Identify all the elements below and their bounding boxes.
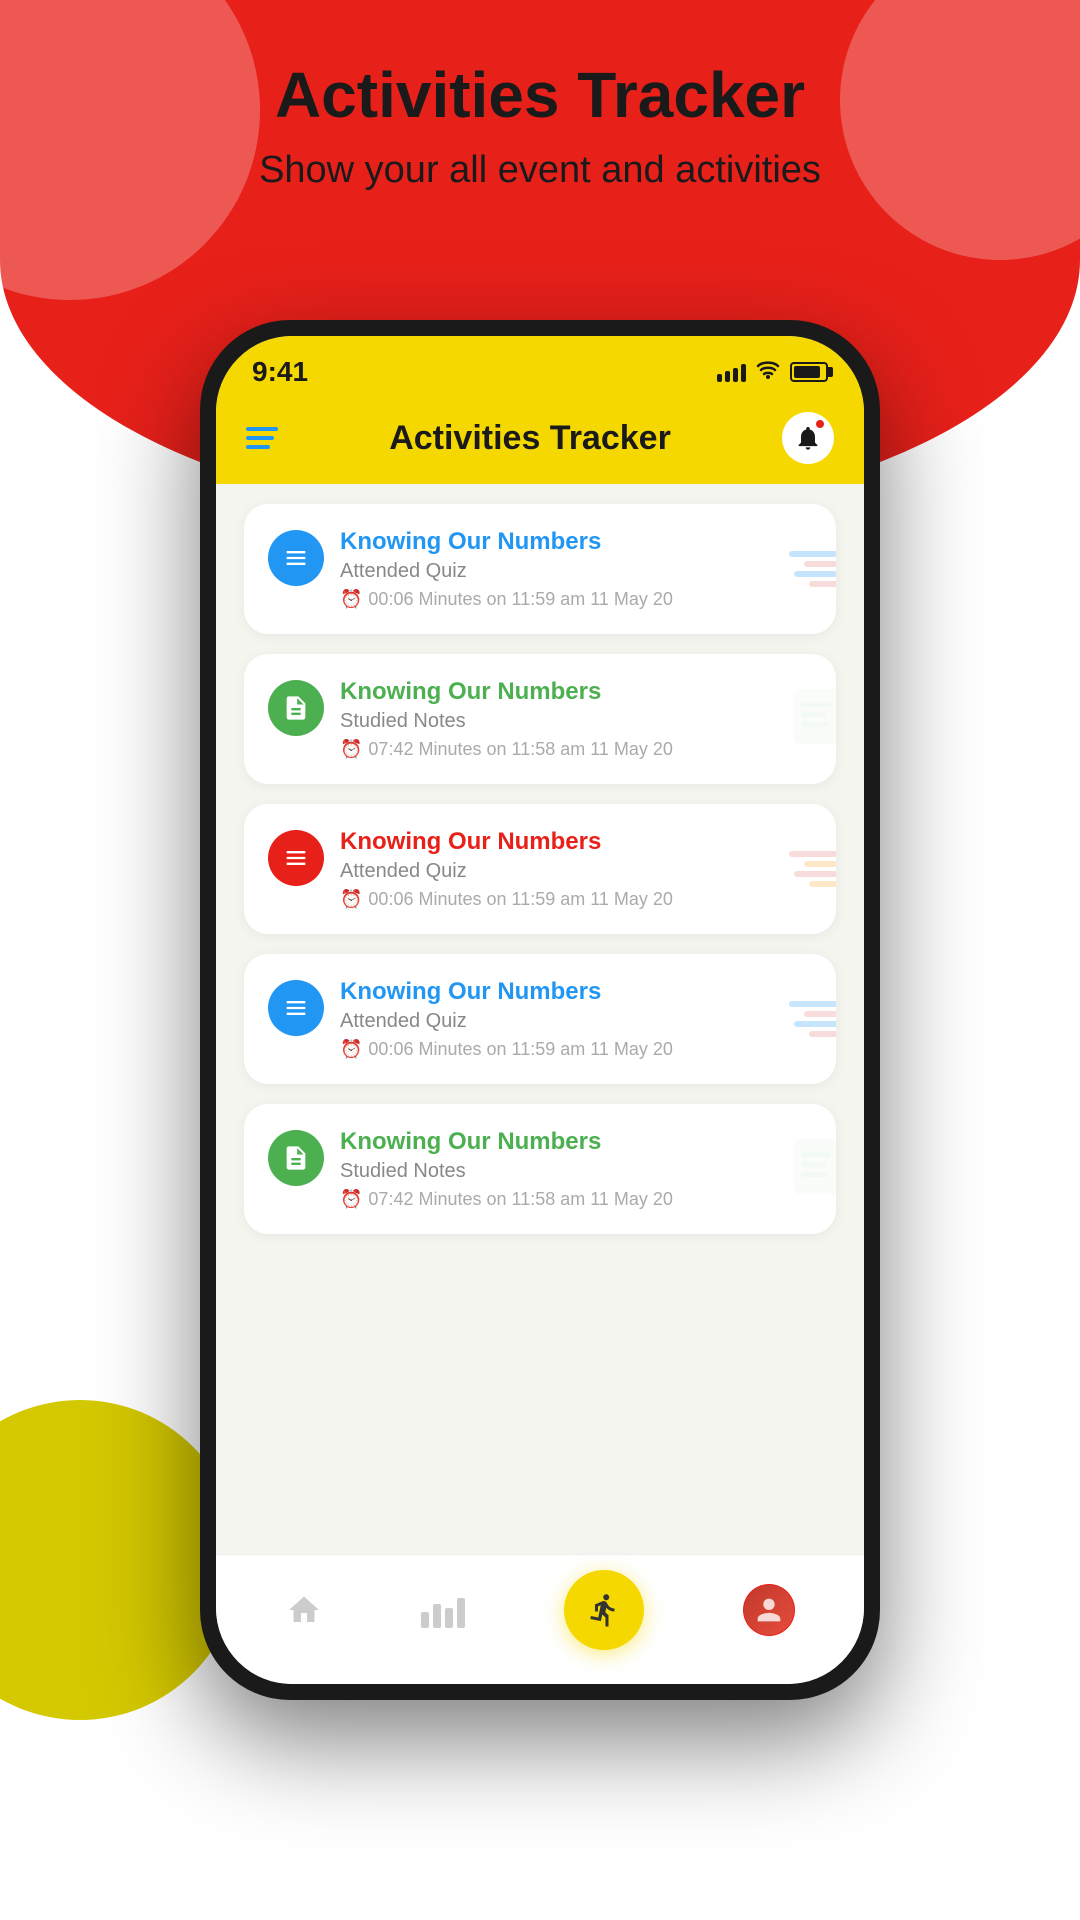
header-section: Activities Tracker Show your all event a… xyxy=(0,60,1080,196)
card-subtitle-5: Studied Notes xyxy=(340,1160,812,1183)
thumb-quiz-icon-3 xyxy=(789,851,836,887)
nav-activity-button[interactable] xyxy=(564,1570,644,1650)
card-time-1: ⏰ 00:06 Minutes on 11:59 am 11 May 20 xyxy=(340,589,812,610)
card-title-3: Knowing Our Numbers xyxy=(340,828,812,856)
card-title-1: Knowing Our Numbers xyxy=(340,528,812,556)
hamburger-line-1 xyxy=(246,427,278,431)
card-thumb-3 xyxy=(789,851,836,887)
battery-icon xyxy=(790,362,828,382)
stats-bar-4 xyxy=(457,1598,465,1628)
card-left-3: Knowing Our Numbers Attended Quiz ⏰ 00:0… xyxy=(268,828,812,910)
hamburger-line-2 xyxy=(246,436,274,440)
hamburger-line-3 xyxy=(246,445,270,449)
card-icon-notes-green-2 xyxy=(268,1130,324,1186)
content-area: Knowing Our Numbers Attended Quiz ⏰ 00:0… xyxy=(216,484,864,1572)
activity-card-4[interactable]: Knowing Our Numbers Attended Quiz ⏰ 00:0… xyxy=(244,954,836,1084)
card-info-4: Knowing Our Numbers Attended Quiz ⏰ 00:0… xyxy=(340,978,812,1060)
card-time-2: ⏰ 07:42 Minutes on 11:58 am 11 May 20 xyxy=(340,739,812,760)
card-subtitle-1: Attended Quiz xyxy=(340,560,812,583)
card-title-4: Knowing Our Numbers xyxy=(340,978,812,1006)
notification-dot xyxy=(814,418,826,430)
activity-card-2[interactable]: Knowing Our Numbers Studied Notes ⏰ 07:4… xyxy=(244,654,836,784)
thumb-quiz-icon-1 xyxy=(789,551,836,587)
card-info-3: Knowing Our Numbers Attended Quiz ⏰ 00:0… xyxy=(340,828,812,910)
card-icon-notes-green xyxy=(268,680,324,736)
clock-icon-5: ⏰ xyxy=(340,1189,362,1210)
card-title-5: Knowing Our Numbers xyxy=(340,1128,812,1156)
card-subtitle-2: Studied Notes xyxy=(340,710,812,733)
app-header: Activities Tracker xyxy=(216,396,864,484)
stats-bar-2 xyxy=(433,1604,441,1628)
card-left-2: Knowing Our Numbers Studied Notes ⏰ 07:4… xyxy=(268,678,812,760)
card-time-4: ⏰ 00:06 Minutes on 11:59 am 11 May 20 xyxy=(340,1039,812,1060)
card-icon-quiz-red xyxy=(268,830,324,886)
card-left-5: Knowing Our Numbers Studied Notes ⏰ 07:4… xyxy=(268,1128,812,1210)
clock-icon-4: ⏰ xyxy=(340,1039,362,1060)
notification-bell-button[interactable] xyxy=(782,412,834,464)
stats-bar-1 xyxy=(421,1612,429,1628)
card-icon-quiz-blue xyxy=(268,530,324,586)
signal-bar-1 xyxy=(717,374,722,382)
card-left-1: Knowing Our Numbers Attended Quiz ⏰ 00:0… xyxy=(268,528,812,610)
signal-bar-2 xyxy=(725,371,730,382)
card-thumb-1 xyxy=(789,551,836,587)
hamburger-menu-icon[interactable] xyxy=(246,427,278,449)
app-header-title: Activities Tracker xyxy=(389,419,671,458)
nav-home-button[interactable] xyxy=(286,1592,322,1628)
page-subtitle: Show your all event and activities xyxy=(0,146,1080,195)
activity-card-3[interactable]: Knowing Our Numbers Attended Quiz ⏰ 00:0… xyxy=(244,804,836,934)
clock-icon-2: ⏰ xyxy=(340,739,362,760)
status-bar: 9:41 xyxy=(216,336,864,396)
card-subtitle-3: Attended Quiz xyxy=(340,860,812,883)
card-time-text-5: 07:42 Minutes on 11:58 am 11 May 20 xyxy=(368,1189,673,1210)
card-time-5: ⏰ 07:42 Minutes on 11:58 am 11 May 20 xyxy=(340,1189,812,1210)
card-left-4: Knowing Our Numbers Attended Quiz ⏰ 00:0… xyxy=(268,978,812,1060)
card-time-text-3: 00:06 Minutes on 11:59 am 11 May 20 xyxy=(368,889,673,910)
thumb-quiz-icon-4 xyxy=(789,1001,836,1037)
status-icons xyxy=(717,359,828,385)
signal-bar-4 xyxy=(741,364,746,382)
signal-bars-icon xyxy=(717,362,746,382)
card-time-text-4: 00:06 Minutes on 11:59 am 11 May 20 xyxy=(368,1039,673,1060)
card-thumb-2 xyxy=(789,684,836,754)
user-avatar xyxy=(744,1585,794,1635)
clock-icon-1: ⏰ xyxy=(340,589,362,610)
phone-mockup: 9:41 xyxy=(200,320,880,1700)
card-thumb-5 xyxy=(789,1134,836,1204)
stats-bars-icon xyxy=(421,1592,465,1628)
status-time: 9:41 xyxy=(252,356,308,388)
card-info-2: Knowing Our Numbers Studied Notes ⏰ 07:4… xyxy=(340,678,812,760)
phone-outer-frame: 9:41 xyxy=(200,320,880,1700)
bottom-navigation xyxy=(216,1554,864,1684)
card-title-2: Knowing Our Numbers xyxy=(340,678,812,706)
card-info-1: Knowing Our Numbers Attended Quiz ⏰ 00:0… xyxy=(340,528,812,610)
stats-bar-3 xyxy=(445,1608,453,1628)
card-icon-quiz-blue-2 xyxy=(268,980,324,1036)
nav-stats-button[interactable] xyxy=(421,1592,465,1628)
card-subtitle-4: Attended Quiz xyxy=(340,1010,812,1033)
signal-bar-3 xyxy=(733,368,738,382)
card-time-text-1: 00:06 Minutes on 11:59 am 11 May 20 xyxy=(368,589,673,610)
activity-card-1[interactable]: Knowing Our Numbers Attended Quiz ⏰ 00:0… xyxy=(244,504,836,634)
phone-inner-screen: 9:41 xyxy=(216,336,864,1684)
wifi-icon xyxy=(756,359,780,385)
card-time-text-2: 07:42 Minutes on 11:58 am 11 May 20 xyxy=(368,739,673,760)
battery-fill xyxy=(794,366,820,378)
card-thumb-4 xyxy=(789,1001,836,1037)
page-title: Activities Tracker xyxy=(0,60,1080,130)
card-info-5: Knowing Our Numbers Studied Notes ⏰ 07:4… xyxy=(340,1128,812,1210)
card-time-3: ⏰ 00:06 Minutes on 11:59 am 11 May 20 xyxy=(340,889,812,910)
activity-card-5[interactable]: Knowing Our Numbers Studied Notes ⏰ 07:4… xyxy=(244,1104,836,1234)
nav-profile-button[interactable] xyxy=(743,1584,795,1636)
clock-icon-3: ⏰ xyxy=(340,889,362,910)
